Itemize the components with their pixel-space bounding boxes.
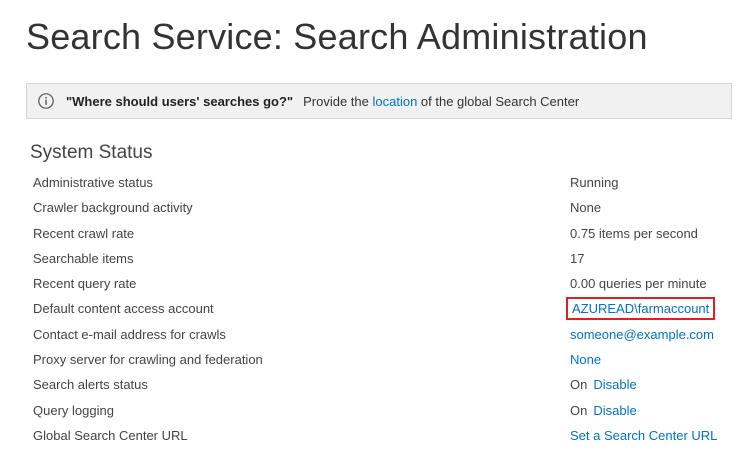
status-row-default-content-access-account: Default content access account AZUREAD\f… (33, 296, 723, 321)
crawl-rate-value: 0.75 items per second (570, 225, 698, 241)
row-label: Administrative status (33, 175, 153, 190)
row-label: Searchable items (33, 250, 134, 266)
query-logging-disable-link[interactable]: Disable (593, 403, 636, 418)
status-row-crawler-background-activity: Crawler background activity None (33, 195, 723, 220)
row-value: None (570, 195, 601, 220)
banner-question: "Where should users' searches go?" (66, 93, 294, 109)
search-administration-page: Search Service: Search Administration "W… (0, 0, 754, 476)
status-row-proxy-server: Proxy server for crawling and federation… (33, 347, 723, 372)
search-alerts-status-value: On (570, 377, 588, 393)
row-label: Proxy server for crawling and federation (33, 352, 263, 368)
searchable-items-value: 17 (570, 250, 585, 266)
status-row-searchable-items: Searchable items 17 (33, 246, 723, 271)
page-title: Search Service: Search Administration (26, 16, 648, 57)
row-value: AZUREAD\farmaccount (565, 296, 716, 321)
status-row-administrative-status: Administrative status Running (33, 170, 723, 195)
row-value: 0.75 items per second (570, 221, 698, 246)
set-search-center-url-link[interactable]: Set a Search Center URL (570, 428, 717, 443)
status-row-search-alerts-status: Search alerts status On Disable (33, 372, 723, 397)
search-alerts-disable-link[interactable]: Disable (593, 377, 636, 392)
system-status-table: Administrative status Running Crawler ba… (33, 170, 723, 448)
row-label: Query logging (33, 402, 114, 418)
status-row-recent-query-rate: Recent query rate 0.00 queries per minut… (33, 271, 723, 296)
row-label: Search alerts status (33, 377, 148, 393)
row-value: Set a Search Center URL (570, 423, 717, 448)
system-status-title: System Status (30, 142, 153, 163)
banner-location-link[interactable]: location (372, 94, 417, 109)
row-label: Recent crawl rate (33, 225, 135, 241)
info-icon (38, 93, 54, 109)
row-label: Contact e-mail address for crawls (33, 326, 226, 342)
banner-text-before: Provide the (303, 93, 369, 109)
administrative-status-value: Running (570, 175, 619, 190)
query-rate-value: 0.00 queries per minute (570, 276, 707, 292)
row-label: Default content access account (33, 301, 214, 317)
banner-text-after: of the global Search Center (420, 93, 580, 109)
row-label: Recent query rate (33, 276, 137, 292)
status-row-recent-crawl-rate: Recent crawl rate 0.75 items per second (33, 221, 723, 246)
proxy-server-link[interactable]: None (570, 352, 601, 367)
row-value: On Disable (570, 398, 637, 423)
row-label: Crawler background activity (33, 200, 193, 216)
query-logging-value: On (570, 402, 588, 418)
row-value: 0.00 queries per minute (570, 271, 707, 296)
status-row-contact-email: Contact e-mail address for crawls someon… (33, 322, 723, 347)
info-banner: "Where should users' searches go?" Provi… (26, 83, 732, 119)
status-row-global-search-center-url: Global Search Center URL Set a Search Ce… (33, 423, 723, 448)
row-label: Global Search Center URL (33, 427, 188, 443)
default-content-access-account-link[interactable]: AZUREAD\farmaccount (565, 297, 716, 321)
row-value: Running (570, 170, 618, 195)
status-row-query-logging: Query logging On Disable (33, 398, 723, 423)
contact-email-link[interactable]: someone@example.com (570, 327, 714, 342)
row-value: None (570, 347, 601, 372)
row-value: On Disable (570, 372, 637, 397)
row-value: someone@example.com (570, 322, 714, 347)
crawler-activity-value: None (570, 200, 602, 216)
row-value: 17 (570, 246, 584, 271)
